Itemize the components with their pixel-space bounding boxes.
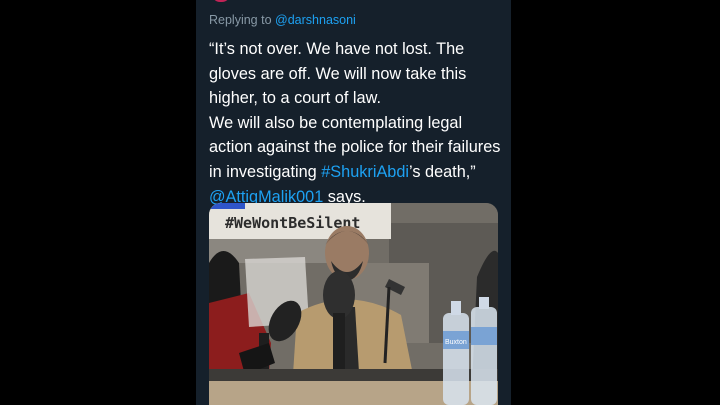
replying-to-handle-link[interactable]: @darshnasoni — [275, 13, 356, 27]
speaker-head — [325, 226, 369, 280]
tweet-paragraph-1: “It’s not over. We have not lost. The gl… — [209, 40, 467, 108]
bottle-label: Buxton — [445, 339, 467, 346]
tweet-paragraph-2: We will also be contemplating legal acti… — [209, 111, 505, 209]
microphone — [323, 271, 355, 319]
tweet-photo[interactable]: #WeWontBeSilent Buxton — [209, 203, 498, 405]
replying-to-label: Replying to — [209, 13, 272, 27]
replying-to-line: Replying to @darshnasoni — [209, 13, 356, 27]
press-conference-photo: #WeWontBeSilent Buxton — [209, 203, 498, 405]
tweet-text-segment: ’s death,” — [409, 162, 476, 181]
tweet-panel: Replying to @darshnasoni “It’s not over.… — [196, 0, 511, 405]
hashtag-link[interactable]: #ShukriAbdi — [321, 163, 409, 181]
avatar[interactable] — [212, 0, 230, 2]
water-bottle: Buxton — [443, 301, 469, 405]
water-bottle — [471, 297, 497, 405]
tweet-text: “It’s not over. We have not lost. The gl… — [209, 37, 505, 209]
